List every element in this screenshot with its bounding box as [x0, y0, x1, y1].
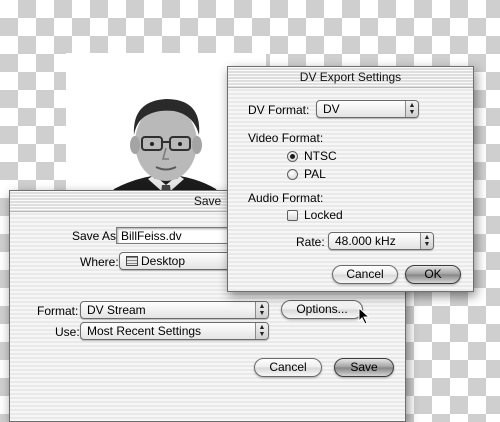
format-popup[interactable]: DV Stream ▲ ▼ [80, 301, 269, 319]
use-popup[interactable]: Most Recent Settings ▲ ▼ [80, 322, 269, 340]
popup-arrows-icon: ▲ ▼ [420, 233, 433, 249]
locked-label[interactable]: Locked [304, 208, 343, 222]
audio-format-label: Audio Format: [248, 191, 324, 205]
save-button[interactable]: Save [334, 358, 394, 377]
dv-dialog-title: DV Export Settings [299, 70, 402, 84]
where-label: Where: [80, 255, 119, 269]
pal-radio[interactable] [287, 169, 298, 180]
where-value: Desktop [141, 254, 186, 268]
pal-label[interactable]: PAL [304, 167, 326, 181]
dv-format-popup[interactable]: DV ▲ ▼ [316, 100, 419, 118]
cancel-button[interactable]: Cancel [254, 358, 322, 377]
rate-popup[interactable]: 48.000 kHz ▲ ▼ [328, 232, 434, 250]
save-dialog-title: Save [193, 194, 222, 208]
popup-arrows-icon: ▲ ▼ [255, 302, 268, 318]
dv-format-value: DV [323, 102, 340, 116]
mouse-pointer-icon [358, 307, 371, 325]
ntsc-label[interactable]: NTSC [304, 149, 337, 163]
locked-checkbox[interactable] [287, 210, 298, 221]
dv-export-settings-dialog: DV Export Settings DV Format: DV ▲ ▼ Vide… [227, 66, 474, 292]
use-label: Use: [55, 325, 80, 339]
use-value: Most Recent Settings [87, 324, 202, 338]
video-format-label: Video Format: [248, 131, 324, 145]
rate-label: Rate: [296, 235, 325, 249]
options-button[interactable]: Options... [281, 300, 363, 319]
rate-value: 48.000 kHz [335, 234, 396, 248]
popup-arrows-icon: ▲ ▼ [405, 101, 418, 117]
ntsc-radio[interactable] [287, 151, 298, 162]
format-label: Format: [37, 304, 79, 318]
popup-arrows-icon: ▲ ▼ [255, 323, 268, 339]
dv-cancel-button[interactable]: Cancel [332, 265, 398, 284]
ok-button[interactable]: OK [405, 265, 461, 284]
format-value: DV Stream [87, 303, 146, 317]
dv-dialog-titlebar[interactable]: DV Export Settings [228, 67, 473, 88]
save-as-label: Save As: [72, 229, 120, 243]
dv-format-label: DV Format: [248, 103, 310, 117]
desktop-folder-icon [126, 256, 138, 266]
